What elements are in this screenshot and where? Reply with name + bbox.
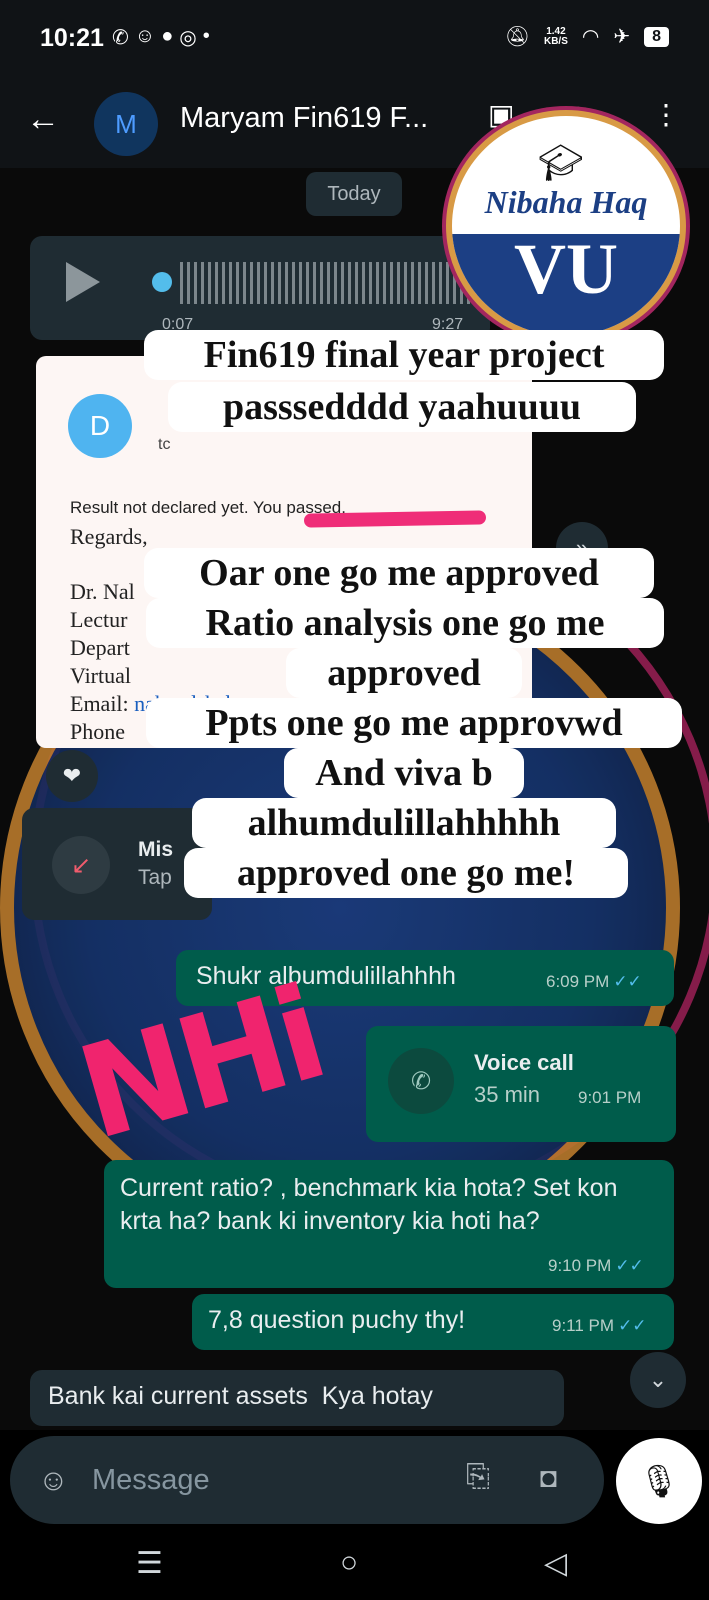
- snapchat-icon: ☺: [134, 25, 156, 47]
- chat-title[interactable]: Maryam Fin619 F...: [180, 102, 428, 135]
- caption-line: alhumdulillahhhhh: [192, 798, 616, 848]
- message-bubble[interactable]: 7,8 question puchy thy! 9:11 PM ✓✓: [192, 1294, 674, 1350]
- instagram-icon: ◎: [179, 27, 197, 49]
- read-ticks-icon: ✓✓: [613, 972, 642, 991]
- message-text: Current ratio? , benchmark kia hota? Set…: [120, 1174, 618, 1235]
- scroll-down-icon[interactable]: ⌄: [630, 1352, 686, 1408]
- message-icon: ●: [161, 25, 174, 47]
- caption-line: approved one go me!: [184, 848, 628, 898]
- caption-line: Fin619 final year project: [144, 330, 664, 380]
- missed-call-subtitle: Tap: [138, 866, 172, 889]
- date-chip: Today: [306, 172, 402, 216]
- avatar[interactable]: M: [94, 92, 158, 156]
- notification-icons: ✆ ☺ ● ◎ •: [112, 25, 210, 50]
- voice-message[interactable]: 0:07 9:27 AM: [30, 236, 490, 351]
- home-icon[interactable]: ○: [340, 1546, 358, 1580]
- battery-icon: 8: [644, 26, 669, 47]
- caption-line: passsedddd yaahuuuu: [168, 382, 636, 432]
- attach-icon[interactable]: ⎘: [466, 1460, 490, 1494]
- voice-call-title: Voice call: [474, 1050, 574, 1075]
- back-icon[interactable]: ◁: [544, 1546, 567, 1581]
- back-arrow-icon[interactable]: ←: [26, 100, 60, 139]
- graduation-cap-icon: 🎓︎: [538, 142, 584, 183]
- more-options-icon[interactable]: ⋮: [652, 98, 680, 131]
- email-to: tc: [158, 436, 171, 453]
- heart-reaction-icon[interactable]: ❤: [46, 750, 98, 802]
- logo-name: Nibaha Haq: [484, 184, 648, 220]
- missed-call-title: Mis: [138, 838, 174, 861]
- airplane-icon: ✈: [613, 26, 631, 48]
- caption-line: approved: [286, 648, 522, 698]
- message-time: 9:10 PM ✓✓: [548, 1256, 644, 1275]
- recents-icon[interactable]: ☰: [136, 1546, 163, 1581]
- message-input[interactable]: [92, 1456, 432, 1504]
- email-avatar: D: [68, 394, 132, 458]
- email-regards: Regards,: [70, 524, 148, 549]
- caption-line: Oar one go me approved: [144, 548, 654, 598]
- read-ticks-icon: ✓✓: [618, 1316, 647, 1335]
- camera-icon[interactable]: ◘: [540, 1462, 557, 1494]
- outgoing-call-icon: ✆: [388, 1048, 454, 1114]
- mic-icon[interactable]: 🎙︎: [616, 1438, 702, 1524]
- caption-line: And viva b: [284, 748, 524, 798]
- nibaha-haq-vu-logo: 🎓︎ Nibaha Haq VU: [446, 110, 686, 342]
- voice-call-bubble[interactable]: ✆ Voice call 35 min 9:01 PM: [366, 1026, 676, 1142]
- waveform[interactable]: [180, 262, 470, 304]
- message-text: 7,8 question puchy thy!: [208, 1306, 466, 1334]
- logo-vu: VU: [514, 229, 618, 309]
- read-ticks-icon: ✓✓: [615, 1256, 644, 1275]
- seek-handle[interactable]: [152, 272, 172, 292]
- net-speed: 1.42 KB/S: [543, 25, 568, 47]
- caption-line: Ratio analysis one go me: [146, 598, 664, 648]
- whatsapp-icon: ✆: [112, 27, 129, 49]
- message-bubble[interactable]: Bank kai current assets Kya hotay: [30, 1370, 564, 1426]
- email-result: Result not declared yet. You passed.: [70, 498, 346, 517]
- sticker-icon[interactable]: ☺: [38, 1464, 69, 1498]
- system-nav-bar: ☰ ○ ◁: [0, 1530, 709, 1600]
- message-time: 6:09 PM ✓✓: [546, 972, 642, 991]
- message-composer: ☺ ⎘ ◘: [10, 1436, 604, 1524]
- dot-icon: •: [202, 25, 210, 47]
- message-bubble[interactable]: Current ratio? , benchmark kia hota? Set…: [104, 1160, 674, 1288]
- status-bar: 10:21 ✆ ☺ ● ◎ • 🔕︎ 1.42 KB/S ◠ ✈ 8: [0, 0, 709, 78]
- voice-call-time: 9:01 PM: [578, 1088, 642, 1107]
- message-time: 9:11 PM ✓✓: [552, 1316, 647, 1335]
- wifi-icon: ◠: [581, 26, 600, 48]
- highlight-underline: [303, 510, 487, 528]
- play-icon[interactable]: [66, 262, 100, 302]
- voice-call-duration: 35 min: [474, 1082, 541, 1107]
- clock: 10:21: [40, 24, 104, 52]
- system-icons: 🔕︎ 1.42 KB/S ◠ ✈ 8: [505, 24, 669, 49]
- mute-icon: 🔕︎: [504, 26, 530, 48]
- message-text: Bank kai current assets Kya hotay: [48, 1382, 433, 1410]
- missed-call-icon: ↙: [52, 836, 110, 894]
- caption-line: Ppts one go me approvwd: [146, 698, 682, 748]
